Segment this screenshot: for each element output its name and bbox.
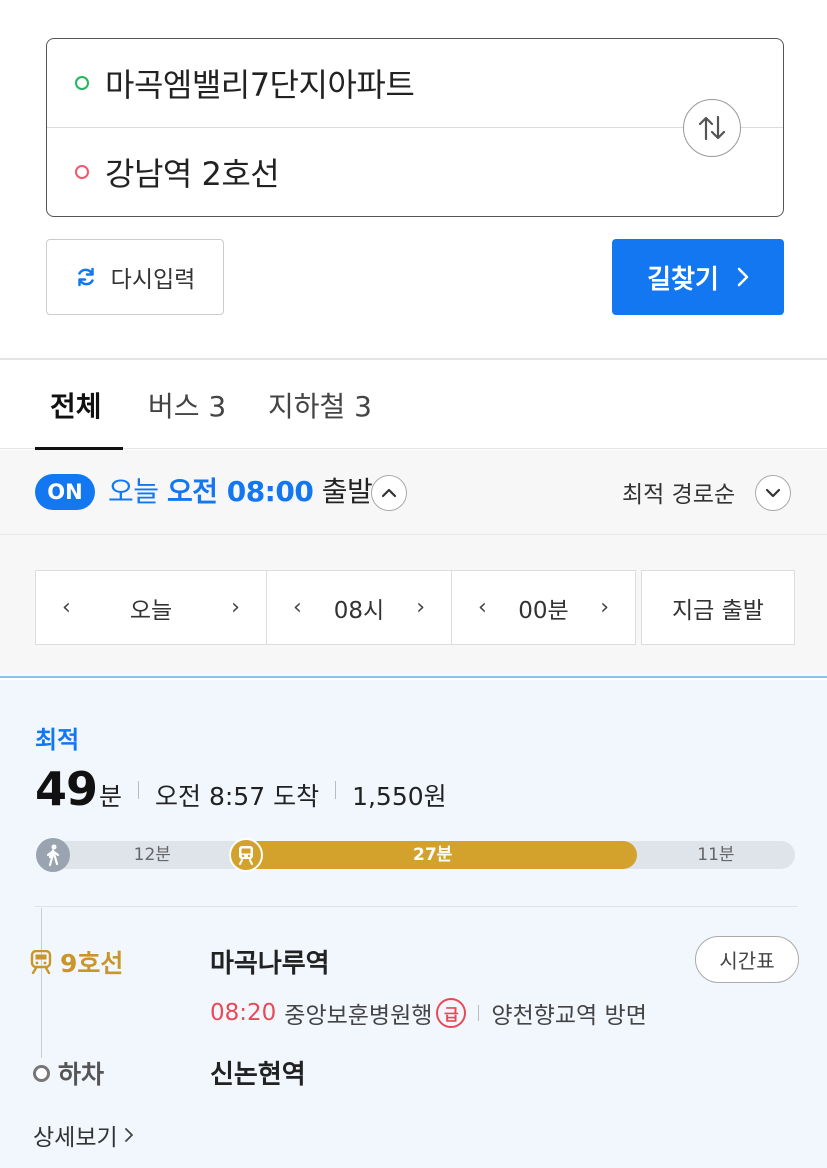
origin-field[interactable]: 마곡엠밸리7단지아파트 <box>47 39 783 127</box>
walk-segment-label-end: 11분 <box>697 845 735 865</box>
chevron-up-icon <box>381 488 397 498</box>
destination-dot-icon <box>75 165 89 179</box>
alight-station[interactable]: 신논현역 <box>210 1054 306 1091</box>
origin-text: 마곡엠밸리7단지아파트 <box>105 66 415 104</box>
departure-time-panel: ON 오늘 오전 08:00 출발 최적 경로순 ‹ 오늘 › ‹ 08시 › … <box>0 450 827 678</box>
tab-subway[interactable]: 지하철 3 <box>268 360 372 449</box>
summary-separator <box>335 781 337 799</box>
find-route-label: 길찾기 <box>647 264 719 295</box>
alight-label: 하차 <box>33 1055 104 1091</box>
collapse-time-button[interactable] <box>371 475 407 511</box>
day-prev-button[interactable]: ‹ <box>62 595 71 620</box>
refresh-icon <box>77 267 94 287</box>
line-name-text: 9호선 <box>60 949 124 978</box>
origin-dot-icon <box>75 76 89 90</box>
hour-stepper: ‹ 08시 › <box>266 570 452 645</box>
transport-tabs: 전체 버스 3 지하철 3 <box>0 360 827 450</box>
arrival-time: 오전 8:57 도착 <box>155 782 320 811</box>
departure-summary-row: ON 오늘 오전 08:00 출발 최적 경로순 <box>0 450 827 535</box>
chevron-right-icon <box>124 1128 133 1142</box>
timeline-line <box>41 908 42 1058</box>
hour-prev-button[interactable]: ‹ <box>293 595 302 620</box>
fare: 1,550원 <box>352 782 447 811</box>
departure-time-text: 오늘 오전 08:00 출발 <box>108 470 373 510</box>
day-value: 오늘 <box>129 597 173 624</box>
route-result-card[interactable]: 최적 49 분 오전 8:57 도착 1,550원 <box>0 680 827 1168</box>
detail-view-label: 상세보기 <box>33 1125 118 1151</box>
express-badge: 급 <box>436 998 467 1028</box>
info-separator <box>478 1005 480 1021</box>
destination-field[interactable]: 강남역 2호선 <box>47 128 783 216</box>
hour-next-button[interactable]: › <box>416 595 425 620</box>
train-direction: 양천향교역 방면 <box>491 1003 647 1029</box>
alight-text: 하차 <box>58 1060 105 1089</box>
minute-prev-button[interactable]: ‹ <box>478 595 487 620</box>
route-summary: 49 분 오전 8:57 도착 1,550원 <box>35 762 447 818</box>
departure-suffix: 출발 <box>321 475 373 508</box>
card-divider <box>35 906 798 907</box>
day-next-button[interactable]: › <box>231 595 240 620</box>
tab-all[interactable]: 전체 <box>50 360 102 449</box>
reset-button[interactable]: 다시입력 <box>46 239 224 315</box>
minute-value: 00분 <box>518 597 569 624</box>
subway-line-label: 9호선 <box>30 944 123 980</box>
alight-ring-icon <box>33 1064 50 1082</box>
walk-icon <box>36 838 70 872</box>
chevron-right-icon <box>737 267 749 287</box>
chevron-down-icon <box>765 488 781 498</box>
total-minutes: 49 <box>35 762 98 816</box>
day-stepper: ‹ 오늘 › <box>35 570 267 645</box>
train-info: 08:20 중앙보훈병원행 급 양천향교역 방면 <box>210 996 647 1030</box>
detail-view-link[interactable]: 상세보기 <box>33 1118 134 1152</box>
minute-next-button[interactable]: › <box>600 595 609 620</box>
route-search-box: 마곡엠밸리7단지아파트 강남역 2호선 <box>46 38 784 217</box>
summary-separator <box>138 781 140 799</box>
minute-stepper: ‹ 00분 › <box>451 570 636 645</box>
train-destination: 중앙보훈병원행 <box>284 1003 433 1029</box>
minutes-unit: 분 <box>99 782 123 811</box>
sort-dropdown-button[interactable] <box>755 475 791 511</box>
subway-line-icon <box>30 950 52 974</box>
board-station[interactable]: 마곡나루역 <box>210 943 330 980</box>
hour-value: 08시 <box>333 597 385 624</box>
swap-button[interactable] <box>683 99 741 157</box>
train-time: 08:20 <box>210 1000 277 1026</box>
route-segment-bar: 12분 27분 11분 <box>36 841 795 869</box>
best-route-badge: 최적 <box>35 726 80 754</box>
subway-icon <box>228 838 263 872</box>
timetable-button[interactable]: 시간표 <box>695 936 799 983</box>
sort-order-label[interactable]: 최적 경로순 <box>622 475 735 509</box>
departure-time: 오전 08:00 <box>166 475 314 508</box>
walk-segment-label: 12분 <box>133 845 171 865</box>
depart-now-button[interactable]: 지금 출발 <box>641 570 795 645</box>
destination-text: 강남역 2호선 <box>105 155 280 193</box>
departure-on-toggle[interactable]: ON <box>35 474 95 510</box>
tab-bus[interactable]: 버스 3 <box>148 360 226 449</box>
reset-label: 다시입력 <box>110 267 196 293</box>
departure-day: 오늘 <box>108 475 159 508</box>
subway-segment-label: 27분 <box>413 845 453 865</box>
swap-vertical-icon <box>698 115 726 141</box>
find-route-button[interactable]: 길찾기 <box>612 239 784 315</box>
